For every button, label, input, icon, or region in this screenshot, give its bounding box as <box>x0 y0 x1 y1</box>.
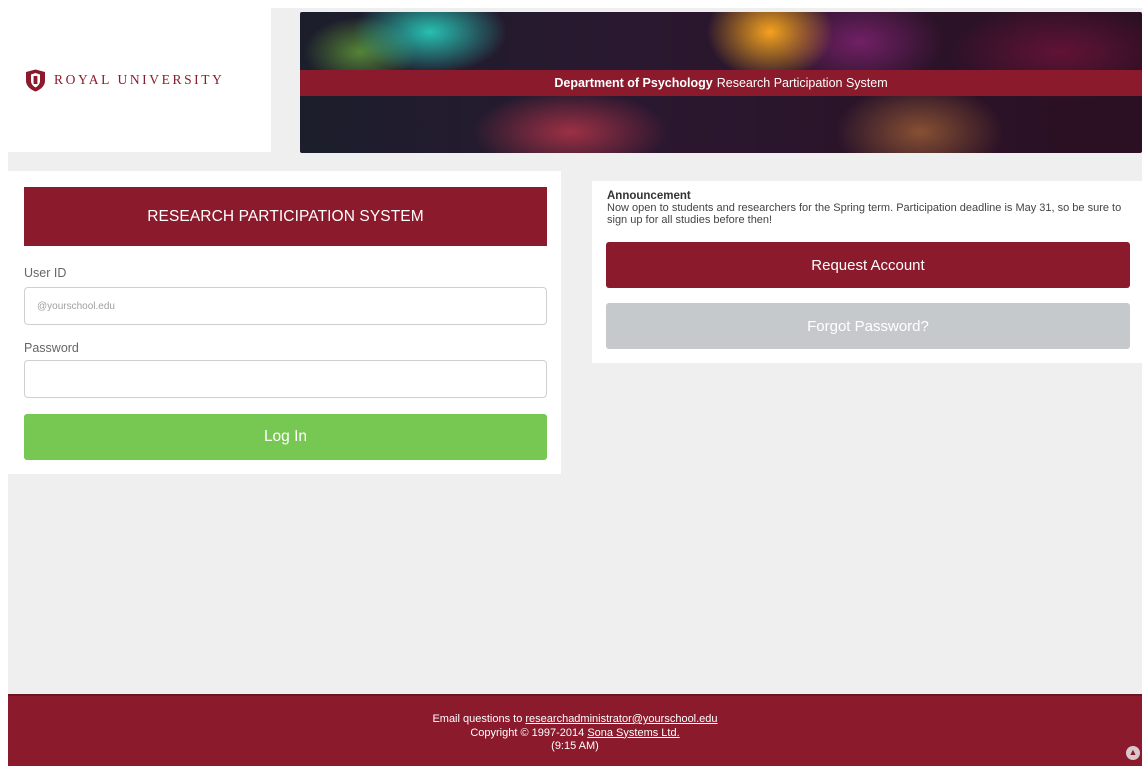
footer: Email questions to researchadministrator… <box>8 694 1142 766</box>
userid-label: User ID <box>24 266 67 280</box>
login-panel: RESEARCH PARTICIPATION SYSTEM User ID Pa… <box>8 171 561 474</box>
password-label: Password <box>24 341 79 355</box>
announcement-title: Announcement <box>607 190 691 202</box>
footer-copyright-line: Copyright © 1997-2014 Sona Systems Ltd. <box>8 727 1142 741</box>
request-account-button[interactable]: Request Account <box>606 242 1130 288</box>
banner-department: Department of Psychology <box>554 76 713 90</box>
shield-icon <box>26 69 45 91</box>
admin-email-link[interactable]: researchadministrator@yourschool.edu <box>525 713 717 725</box>
company-link[interactable]: Sona Systems Ltd. <box>587 727 679 739</box>
footer-email-line: Email questions to researchadministrator… <box>8 713 1142 727</box>
banner-title: Department of Psychology Research Partic… <box>300 70 1142 96</box>
login-button[interactable]: Log In <box>24 414 547 460</box>
password-input[interactable] <box>24 360 547 398</box>
announcement-body: Now open to students and researchers for… <box>607 202 1122 226</box>
logo[interactable]: ROYAL UNIVERSITY <box>8 8 271 152</box>
footer-email-prefix: Email questions to <box>432 713 523 725</box>
scroll-top-icon[interactable]: ▲ <box>1126 746 1140 760</box>
header-banner: Department of Psychology Research Partic… <box>300 12 1142 153</box>
login-header: RESEARCH PARTICIPATION SYSTEM <box>24 187 547 246</box>
userid-input[interactable] <box>24 287 547 325</box>
logo-text: ROYAL UNIVERSITY <box>54 72 225 87</box>
footer-time: (9:15 AM) <box>551 740 599 752</box>
footer-copyright: Copyright © 1997-2014 <box>470 726 585 739</box>
forgot-password-button[interactable]: Forgot Password? <box>606 303 1130 349</box>
page-frame: ROYAL UNIVERSITY Department of Psycholog… <box>8 8 1142 766</box>
banner-system-name: Research Participation System <box>716 76 888 90</box>
info-panel: Announcement Now open to students and re… <box>592 181 1142 363</box>
